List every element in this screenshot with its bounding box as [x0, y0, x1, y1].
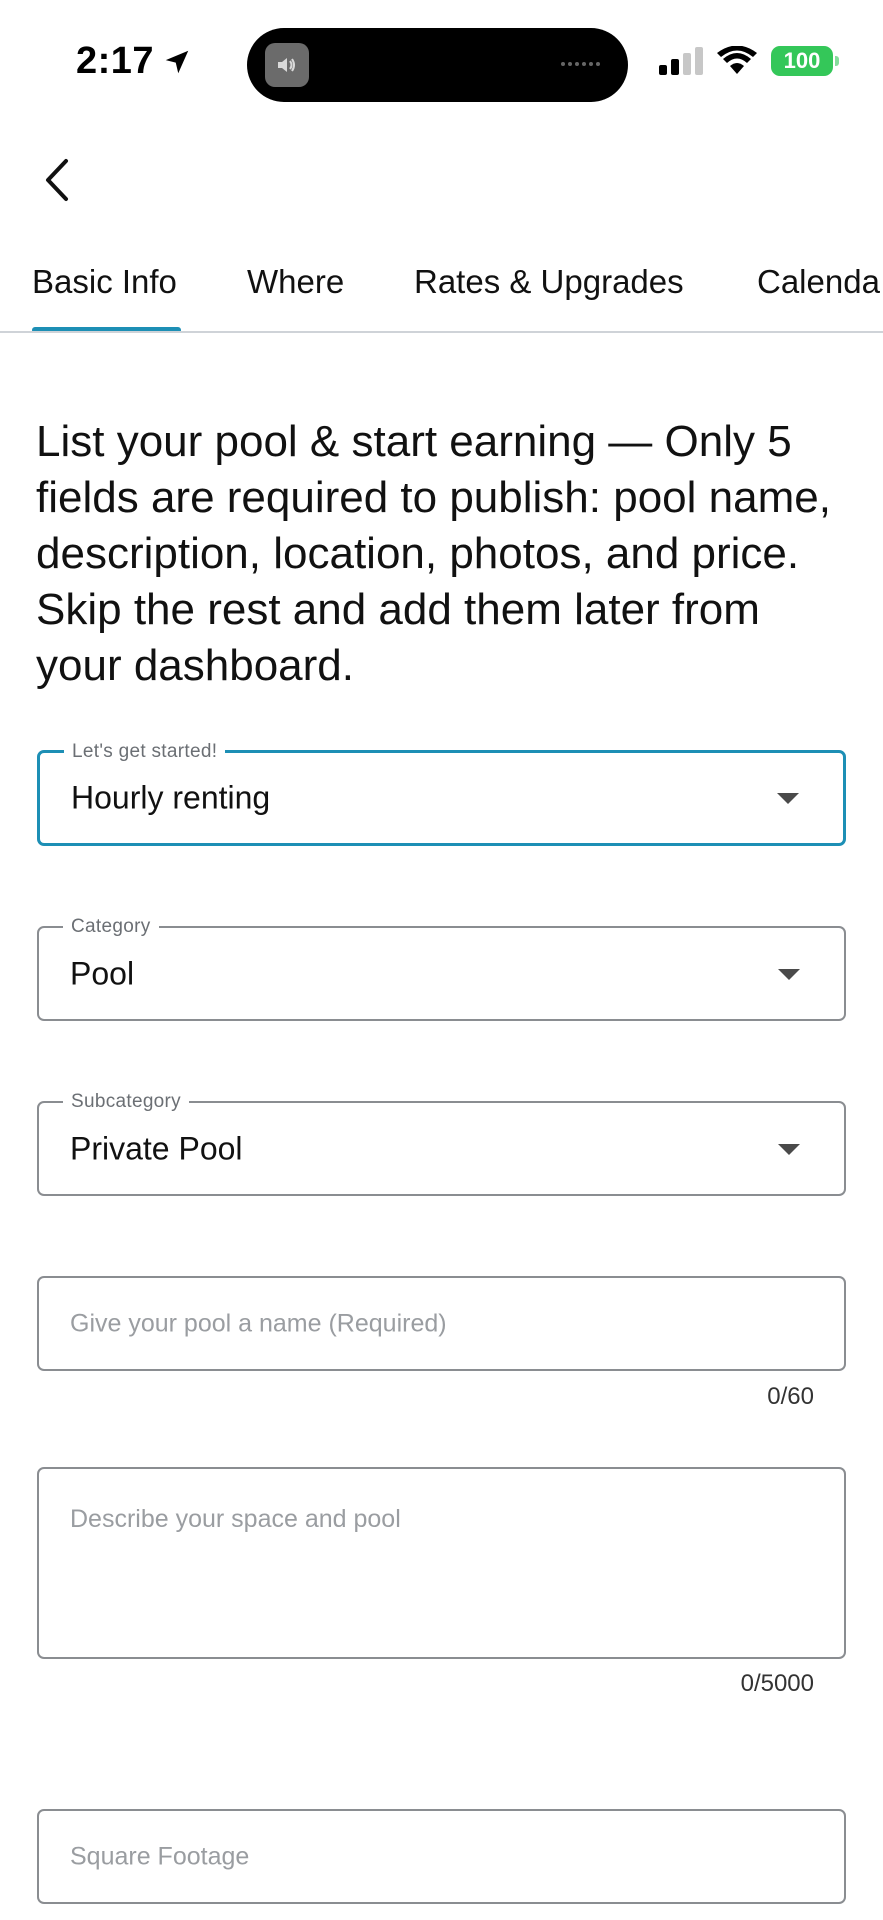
description-placeholder: Describe your space and pool: [70, 1505, 401, 1533]
dropdown-caret-icon: [777, 793, 799, 804]
tab-calendar[interactable]: Calenda: [757, 263, 880, 301]
intro-text: List your pool & start earning — Only 5 …: [36, 417, 831, 690]
chevron-left-icon: [46, 159, 68, 201]
square-footage-placeholder: Square Footage: [70, 1842, 250, 1870]
battery-level: 100: [783, 48, 821, 73]
status-indicators: 100: [659, 46, 839, 76]
back-button[interactable]: [32, 150, 82, 210]
pool-name-placeholder: Give your pool a name (Required): [70, 1309, 447, 1337]
subcategory-value: Private Pool: [70, 1130, 243, 1166]
category-select[interactable]: Category Pool: [37, 916, 846, 1021]
status-time: 2:17: [76, 40, 192, 83]
waveform-icon: [561, 62, 600, 66]
tab-rates-upgrades[interactable]: Rates & Upgrades: [414, 263, 684, 301]
wifi-icon: [717, 46, 757, 74]
subcategory-label: Subcategory: [63, 1091, 189, 1113]
pool-name-counter: 0/60: [767, 1383, 814, 1410]
dropdown-caret-icon: [778, 1143, 800, 1155]
clock: 2:17: [76, 40, 155, 82]
cellular-signal-icon: [659, 47, 703, 75]
category-label: Category: [63, 916, 159, 938]
tab-where[interactable]: Where: [247, 263, 344, 301]
speaker-icon: [265, 43, 309, 87]
subcategory-select[interactable]: Subcategory Private Pool: [37, 1091, 846, 1196]
description-textarea[interactable]: Describe your space and pool: [37, 1467, 846, 1659]
listing-type-label: Let's get started!: [64, 741, 226, 763]
battery-indicator: 100: [771, 46, 839, 76]
dropdown-caret-icon: [778, 968, 800, 980]
pool-name-input[interactable]: Give your pool a name (Required): [37, 1276, 846, 1371]
tab-basic-info[interactable]: Basic Info: [32, 263, 177, 301]
listing-type-select[interactable]: Let's get started! Hourly renting: [37, 741, 846, 846]
square-footage-input[interactable]: Square Footage: [37, 1809, 846, 1904]
dynamic-island: [247, 28, 628, 102]
category-value: Pool: [70, 955, 135, 991]
active-tab-indicator: [32, 327, 181, 331]
location-arrow-icon: [165, 50, 189, 73]
description-counter: 0/5000: [740, 1670, 814, 1697]
tab-bar: Basic Info Where Rates & Upgrades Calend…: [0, 255, 883, 333]
listing-type-value: Hourly renting: [71, 779, 271, 816]
